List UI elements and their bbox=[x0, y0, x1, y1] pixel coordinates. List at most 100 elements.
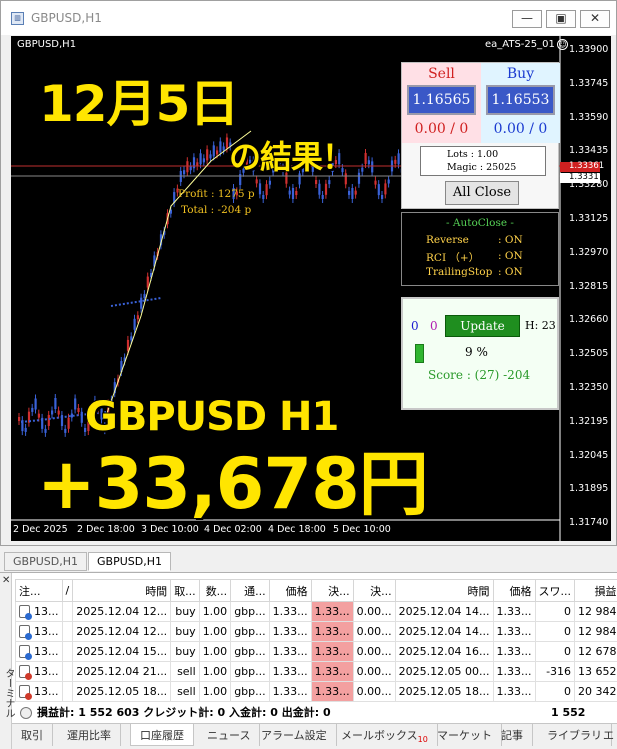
candle-body bbox=[186, 161, 188, 172]
table-cell: 0.00... bbox=[353, 602, 395, 622]
candle-body bbox=[384, 183, 386, 194]
restore-button[interactable]: ▣ bbox=[546, 10, 576, 28]
candle-body bbox=[183, 170, 185, 174]
table-cell: 1.33... bbox=[269, 622, 311, 642]
price-label: 1.33435 bbox=[569, 145, 608, 156]
column-header[interactable]: スワ... bbox=[535, 580, 575, 602]
candle-body bbox=[292, 188, 294, 199]
close-window-button[interactable]: ✕ bbox=[580, 10, 610, 28]
terminal-tab[interactable]: 取引 bbox=[12, 724, 53, 746]
table-cell: sell bbox=[171, 682, 200, 702]
lots-field[interactable]: Lots : 1.00 Magic : 25025 bbox=[420, 146, 546, 176]
terminal-tab[interactable]: マーケット bbox=[428, 724, 502, 746]
candle-body bbox=[31, 408, 33, 412]
history-table: 注... / 時間 取... 数... 通... 価格 決... 決... 時間… bbox=[15, 579, 617, 702]
price-label: 1.33745 bbox=[569, 78, 608, 89]
candle-body bbox=[74, 398, 76, 409]
column-header[interactable]: 注... bbox=[16, 580, 63, 602]
candle-body bbox=[394, 160, 396, 164]
candle-body bbox=[381, 195, 383, 199]
price-label: 1.33125 bbox=[569, 213, 608, 224]
close-icon[interactable]: ✕ bbox=[2, 575, 10, 586]
minimize-button[interactable]: — bbox=[512, 10, 542, 28]
table-cell: 1.33... bbox=[269, 662, 311, 682]
candle-body bbox=[38, 414, 40, 418]
table-cell: 0 bbox=[535, 602, 575, 622]
candle-body bbox=[25, 428, 27, 432]
restore-icon: ▣ bbox=[555, 11, 566, 25]
terminal-tab[interactable]: 運用比率 bbox=[58, 724, 121, 746]
terminal-tab[interactable]: 記事 bbox=[492, 724, 533, 746]
chart-tabs: GBPUSD,H1 GBPUSD,H1 bbox=[0, 550, 617, 572]
column-header[interactable]: 取... bbox=[171, 580, 200, 602]
column-header[interactable]: 決... bbox=[311, 580, 353, 602]
profit-text: Profit : 1275 p bbox=[178, 188, 255, 200]
autoclose-key: TrailingStop bbox=[426, 266, 492, 278]
sell-price-button[interactable]: 1.16565 bbox=[407, 85, 476, 115]
column-header[interactable]: 価格 bbox=[493, 580, 535, 602]
table-cell: 13... bbox=[16, 602, 63, 622]
table-row[interactable]: 13...2025.12.05 18...sell1.00gbp...1.33.… bbox=[16, 682, 617, 702]
all-close-button[interactable]: All Close bbox=[445, 181, 519, 205]
window-title: GBPUSD,H1 bbox=[31, 11, 102, 25]
candle-body bbox=[77, 408, 79, 412]
terminal-tab[interactable]: 口座履歴 bbox=[130, 724, 194, 746]
candle-body bbox=[355, 191, 357, 195]
autoclose-value: : ON bbox=[498, 266, 523, 278]
table-cell: 13... bbox=[16, 662, 63, 682]
chart-tab[interactable]: GBPUSD,H1 bbox=[4, 552, 87, 571]
price-chart[interactable]: GBPUSD,H1 ea_ATS-25_01 ☺ 1.339001.337451… bbox=[11, 36, 611, 541]
update-button[interactable]: Update bbox=[445, 315, 520, 337]
table-cell: 2025.12.04 21... bbox=[73, 662, 171, 682]
column-header[interactable]: 時間 bbox=[73, 580, 171, 602]
minimize-icon: — bbox=[521, 11, 533, 25]
column-header[interactable]: / bbox=[62, 580, 73, 602]
table-row[interactable]: 13...2025.12.04 15...buy1.00gbp...1.33..… bbox=[16, 642, 617, 662]
price-label: 1.31740 bbox=[569, 517, 608, 528]
table-cell: 1.33... bbox=[493, 682, 535, 702]
summary-text: 損益計: 1 552 603 クレジット計: 0 入金計: 0 出金計: 0 bbox=[37, 703, 331, 723]
column-header[interactable]: 数... bbox=[199, 580, 231, 602]
price-label: 1.32970 bbox=[569, 247, 608, 258]
buy-order-icon bbox=[19, 645, 30, 658]
table-cell: 0.00... bbox=[353, 682, 395, 702]
table-cell: 0.00... bbox=[353, 662, 395, 682]
buy-price-button[interactable]: 1.16553 bbox=[486, 85, 555, 115]
table-row[interactable]: 13...2025.12.04 12...buy1.00gbp...1.33..… bbox=[16, 602, 617, 622]
table-cell: 13... bbox=[16, 642, 63, 662]
column-header[interactable]: 通... bbox=[231, 580, 269, 602]
candle-body bbox=[368, 160, 370, 164]
candle-body bbox=[134, 319, 136, 330]
table-cell: 1.00 bbox=[199, 602, 231, 622]
candle-body bbox=[130, 336, 132, 340]
candle-body bbox=[361, 168, 363, 172]
terminal-panel: ✕ ターミナル 注... / 時間 取... 数... 通... 価格 決...… bbox=[0, 572, 617, 748]
candle-body bbox=[127, 340, 129, 351]
table-row[interactable]: 13...2025.12.04 21...sell1.00gbp...1.33.… bbox=[16, 662, 617, 682]
window-titlebar[interactable]: ▥ GBPUSD,H1 — ▣ ✕ bbox=[1, 1, 616, 35]
terminal-tab[interactable]: アラーム設定 bbox=[252, 724, 337, 746]
table-cell: 1.00 bbox=[199, 642, 231, 662]
candle-body bbox=[358, 173, 360, 184]
table-cell: 2025.12.04 15... bbox=[73, 642, 171, 662]
column-header[interactable]: 損益 bbox=[575, 580, 617, 602]
count-a: 0 bbox=[411, 319, 419, 333]
candle-body bbox=[325, 184, 327, 195]
column-header[interactable]: 価格 bbox=[269, 580, 311, 602]
candle-body bbox=[322, 195, 324, 199]
table-cell: 1.33... bbox=[311, 602, 353, 622]
table-cell: 1.33... bbox=[493, 602, 535, 622]
ask-tag: 1.33317 bbox=[569, 172, 604, 182]
table-cell: gbp... bbox=[231, 682, 269, 702]
table-cell: 12 678 bbox=[575, 642, 617, 662]
terminal-tab[interactable]: エ bbox=[594, 724, 617, 746]
h-value: H: 23 bbox=[525, 319, 556, 332]
table-row[interactable]: 13...2025.12.04 12...buy1.00gbp...1.33..… bbox=[16, 622, 617, 642]
total-text: Total : -204 p bbox=[181, 204, 251, 216]
overlay-result: の結果！ bbox=[229, 132, 353, 178]
column-header[interactable]: 決... bbox=[353, 580, 395, 602]
terminal-tab[interactable]: メールボックス10 bbox=[332, 724, 438, 746]
price-label: 1.33590 bbox=[569, 112, 608, 123]
column-header[interactable]: 時間 bbox=[395, 580, 493, 602]
chart-tab-active[interactable]: GBPUSD,H1 bbox=[88, 552, 171, 571]
